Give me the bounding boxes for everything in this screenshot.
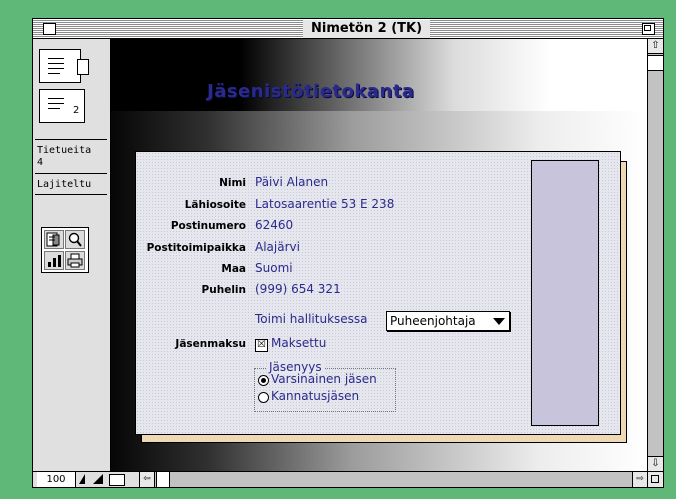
field-value-postcode[interactable]: 62460 xyxy=(255,218,293,232)
vertical-scroll-thumb[interactable] xyxy=(648,55,663,71)
scroll-left-icon[interactable]: ⇦ xyxy=(140,472,155,487)
scroll-up-icon[interactable]: ⇧ xyxy=(648,39,663,54)
field-label-name: Nimi xyxy=(219,177,246,189)
title-bar[interactable]: Nimetön 2 (TK) xyxy=(33,19,663,39)
record-card: Nimi Päivi Alanen Lähiosoite Latosaarent… xyxy=(135,151,621,435)
horizontal-scroll-thumb[interactable] xyxy=(156,472,170,487)
status-toggle-icon[interactable] xyxy=(109,474,125,486)
tool-palette xyxy=(41,227,89,273)
field-value-country[interactable]: Suomi xyxy=(255,261,293,275)
radio-label-regular: Varsinainen jäsen xyxy=(271,372,377,386)
scroll-down-icon[interactable]: ⇩ xyxy=(648,456,663,471)
book-tab xyxy=(77,59,89,75)
book-page-up[interactable] xyxy=(39,49,81,83)
zoom-level[interactable]: 100 xyxy=(37,472,76,487)
field-value-address[interactable]: Latosaarentie 53 E 238 xyxy=(255,197,394,211)
bottom-bar: 100 ⇦ ⇨ xyxy=(33,471,663,487)
window-title: Nimetön 2 (TK) xyxy=(303,20,431,38)
chevron-down-icon xyxy=(493,318,505,325)
status-panel: 2 Tietueita 4 Lajiteltu xyxy=(33,39,111,471)
fee-paid-checkbox[interactable]: ☒ xyxy=(255,339,268,352)
divider xyxy=(35,173,107,174)
fee-paid-label: Maksettu xyxy=(271,336,327,350)
photo-field[interactable] xyxy=(531,160,599,426)
divider xyxy=(35,139,107,140)
divider xyxy=(35,194,107,195)
preview-printer-icon[interactable] xyxy=(65,251,85,270)
board-role-dropdown[interactable]: Puheenjohtaja xyxy=(386,311,510,331)
filemaker-window: Nimetön 2 (TK) 2 Tietueita 4 Lajiteltu J… xyxy=(32,18,664,488)
field-label-postcode: Postinumero xyxy=(170,220,246,232)
field-value-phone[interactable]: (999) 654 321 xyxy=(255,282,341,296)
horizontal-scrollbar[interactable]: ⇦ ⇨ xyxy=(139,472,647,487)
records-count: 4 xyxy=(37,157,44,168)
field-value-city[interactable]: Alajärvi xyxy=(255,240,300,254)
board-role-value: Puheenjohtaja xyxy=(390,314,476,328)
field-label-city: Postitoimipaikka xyxy=(146,242,246,254)
board-label: Toimi hallituksessa xyxy=(255,312,368,326)
field-label-country: Maa xyxy=(221,263,246,275)
sort-status: Lajiteltu xyxy=(37,179,92,190)
layout-content: Jäsenistötietokanta Nimi Päivi Alanen Lä… xyxy=(111,39,647,471)
records-label: Tietueita xyxy=(37,145,92,156)
field-label-fee: Jäsenmaksu xyxy=(175,338,246,350)
close-box-icon[interactable] xyxy=(43,23,56,35)
field-label-phone: Puhelin xyxy=(201,284,246,296)
scroll-right-icon[interactable]: ⇨ xyxy=(632,472,647,487)
radio-supporting-member[interactable] xyxy=(258,392,269,403)
field-value-name[interactable]: Päivi Alanen xyxy=(255,175,328,189)
browse-tool-icon[interactable] xyxy=(44,230,64,249)
radio-label-supporting: Kannatusjäsen xyxy=(271,389,360,403)
layout-chart-icon[interactable] xyxy=(44,251,64,270)
book-icon[interactable]: 2 xyxy=(39,49,89,125)
zoom-box-icon[interactable] xyxy=(642,23,655,35)
zoom-out-icon[interactable] xyxy=(79,474,85,484)
page-number: 2 xyxy=(73,105,80,116)
membership-group: Jäsenyys Varsinainen jäsen Kannatusjäsen xyxy=(254,360,396,412)
radio-regular-member[interactable] xyxy=(258,375,269,386)
find-magnifier-icon[interactable] xyxy=(65,230,85,249)
zoom-in-icon[interactable] xyxy=(93,474,103,484)
resize-grow-box-icon[interactable] xyxy=(647,472,663,487)
vertical-scrollbar[interactable]: ⇧ ⇩ xyxy=(647,39,663,471)
field-label-address: Lähiosoite xyxy=(184,199,246,211)
database-title: Jäsenistötietokanta xyxy=(207,81,415,102)
